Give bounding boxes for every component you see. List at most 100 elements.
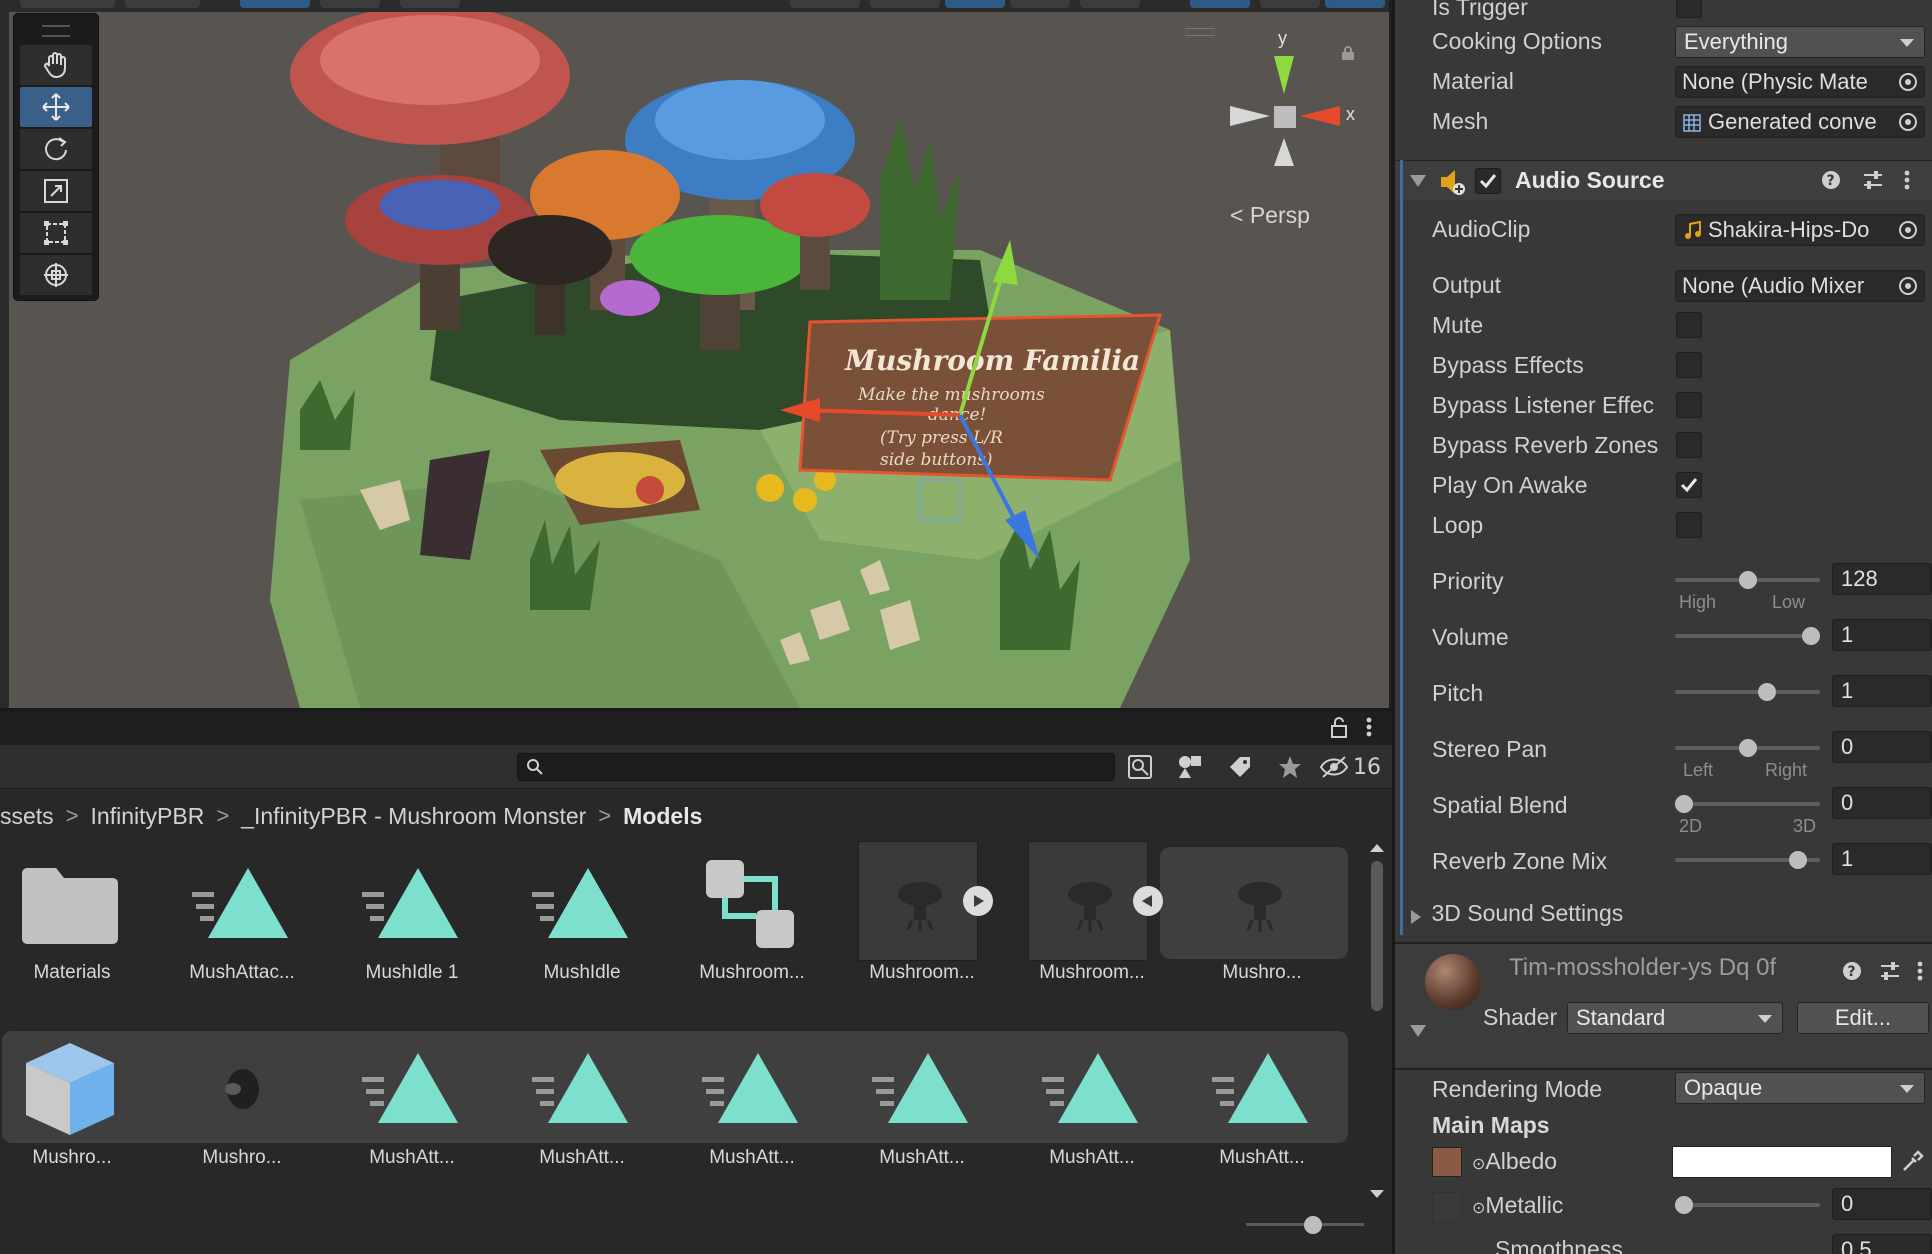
asset-item[interactable]: MushAtt... <box>340 1026 500 1176</box>
volume-slider[interactable] <box>1675 621 1820 651</box>
overlay-grip[interactable] <box>42 25 70 37</box>
hand-tool-button[interactable] <box>20 45 92 85</box>
reverb-zone-mix-slider-knob[interactable] <box>1789 851 1807 869</box>
shader-dropdown[interactable]: Standard <box>1567 1002 1783 1034</box>
object-picker-icon[interactable] <box>1898 72 1918 92</box>
asset-item[interactable]: MushAttac... <box>170 841 330 991</box>
foldout-arrow-icon[interactable] <box>1409 1024 1427 1038</box>
object-picker-icon[interactable] <box>1898 112 1918 132</box>
object-picker-icon[interactable] <box>1898 276 1918 296</box>
more-options-icon[interactable] <box>1366 716 1372 738</box>
smoothness-input[interactable]: 0.5 <box>1832 1234 1932 1254</box>
asset-item[interactable]: Mushro... <box>170 1026 330 1176</box>
scale-tool-button[interactable] <box>20 171 92 211</box>
favorites-button[interactable] <box>1265 749 1315 785</box>
rotate-tool-button[interactable] <box>20 129 92 169</box>
search-by-type-button[interactable] <box>1115 749 1165 785</box>
volume-slider-knob[interactable] <box>1802 627 1820 645</box>
project-search-field[interactable] <box>517 753 1115 781</box>
projection-toggle[interactable]: < Persp <box>1230 202 1310 229</box>
stereo-pan-slider[interactable] <box>1675 733 1820 763</box>
gizmo-lock-icon[interactable] <box>1340 46 1356 60</box>
3d-sound-settings-foldout[interactable]: 3D Sound Settings <box>1409 900 1623 927</box>
component-menu-icon[interactable] <box>1917 960 1923 982</box>
metallic-slider[interactable] <box>1675 1190 1820 1220</box>
reverb-zone-mix-slider[interactable] <box>1675 845 1820 875</box>
breadcrumb-assets[interactable]: ssets <box>0 803 54 830</box>
priority-slider-knob[interactable] <box>1739 571 1757 589</box>
asset-item[interactable]: MushAtt... <box>850 1026 1010 1176</box>
asset-item[interactable]: MushAtt... <box>1020 1026 1180 1176</box>
audioclip-field[interactable]: Shakira-Hips-Do <box>1675 214 1925 246</box>
eyedropper-icon[interactable] <box>1900 1150 1924 1174</box>
physic-material-field[interactable]: None (Physic Mate <box>1675 66 1925 98</box>
icon-size-slider-knob[interactable] <box>1304 1216 1322 1234</box>
asset-item[interactable]: Mushroom... <box>680 841 840 991</box>
gizmo-neg-y-axis[interactable] <box>1274 138 1294 166</box>
priority-slider[interactable] <box>1675 565 1820 595</box>
stereo-pan-slider-knob[interactable] <box>1739 739 1757 757</box>
metallic-input[interactable]: 0 <box>1832 1188 1932 1220</box>
scroll-down-icon[interactable] <box>1366 1187 1388 1201</box>
spatial-blend-slider[interactable] <box>1675 789 1820 819</box>
component-menu-icon[interactable] <box>1904 169 1910 191</box>
icon-size-slider[interactable] <box>1246 1213 1364 1237</box>
asset-item[interactable]: Materials <box>0 841 160 991</box>
asset-item[interactable]: Mushro... <box>0 1026 160 1176</box>
lock-icon[interactable] <box>1330 716 1348 738</box>
spatial-blend-slider-knob[interactable] <box>1675 795 1693 813</box>
presets-icon[interactable] <box>1879 960 1901 982</box>
asset-item[interactable]: MushAtt... <box>680 1026 840 1176</box>
project-panel[interactable]: 16 ssets > InfinityPBR > _InfinityPBR - … <box>0 711 1392 1254</box>
asset-item[interactable]: MushAtt... <box>1190 1026 1350 1176</box>
scene-tools-overlay[interactable] <box>13 13 99 301</box>
move-tool-button[interactable] <box>20 87 92 127</box>
asset-item[interactable]: MushIdle 1 <box>340 841 500 991</box>
asset-item[interactable]: Mushroom... <box>1020 841 1180 991</box>
mushroom-purple[interactable] <box>600 280 660 316</box>
cooking-options-dropdown[interactable]: Everything <box>1675 26 1925 58</box>
rendering-mode-dropdown[interactable]: Opaque <box>1675 1072 1925 1104</box>
breadcrumb-infinitypbr[interactable]: InfinityPBR <box>91 803 205 830</box>
pitch-slider-knob[interactable] <box>1758 683 1776 701</box>
object-picker-icon[interactable] <box>1898 220 1918 240</box>
pitch-slider[interactable] <box>1675 677 1820 707</box>
stereo-pan-input[interactable]: 0 <box>1832 731 1932 763</box>
output-field[interactable]: None (Audio Mixer <box>1675 270 1925 302</box>
asset-item[interactable]: Mushroom... <box>850 841 1010 991</box>
is-trigger-checkbox[interactable] <box>1676 0 1702 18</box>
search-input[interactable] <box>548 756 1098 778</box>
hidden-packages-toggle[interactable]: 16 <box>1315 749 1385 785</box>
scene-view[interactable]: Mushroom Familia Make the mushrooms danc… <box>0 0 1392 708</box>
loop-checkbox[interactable] <box>1676 512 1702 538</box>
volume-input[interactable]: 1 <box>1832 619 1932 651</box>
breadcrumb-models[interactable]: Models <box>623 803 702 830</box>
filter-by-type-button[interactable] <box>1165 749 1215 785</box>
gizmo-y-axis[interactable] <box>1274 56 1294 94</box>
metallic-slider-knob[interactable] <box>1675 1196 1693 1214</box>
presets-icon[interactable] <box>1862 169 1884 191</box>
audio-source-enabled-checkbox[interactable] <box>1475 168 1501 194</box>
asset-item[interactable]: MushAtt... <box>510 1026 670 1176</box>
albedo-texture-slot[interactable] <box>1432 1147 1462 1177</box>
metallic-texture-slot[interactable] <box>1432 1192 1462 1222</box>
mute-checkbox[interactable] <box>1676 312 1702 338</box>
gizmo-x-axis[interactable] <box>1300 106 1340 126</box>
gizmo-neg-x-axis[interactable] <box>1230 106 1270 126</box>
edit-shader-button[interactable]: Edit... <box>1797 1002 1929 1034</box>
rect-tool-button[interactable] <box>20 213 92 253</box>
reverb-zone-mix-input[interactable]: 1 <box>1832 843 1932 875</box>
asset-item[interactable]: MushIdle <box>510 841 670 991</box>
material-header[interactable]: Tim-mossholder-ys Dq 0f ? Shader Standar… <box>1395 944 1932 1068</box>
pitch-input[interactable]: 1 <box>1832 675 1932 707</box>
mesh-field[interactable]: Generated conve <box>1675 106 1925 138</box>
help-icon[interactable]: ? <box>1841 960 1863 982</box>
play-on-awake-checkbox[interactable] <box>1676 472 1702 498</box>
scroll-up-icon[interactable] <box>1366 841 1388 855</box>
help-icon[interactable]: ? <box>1820 169 1842 191</box>
bypass-effects-checkbox[interactable] <box>1676 352 1702 378</box>
asset-grid-scrollbar[interactable] <box>1366 841 1388 1221</box>
albedo-color-field[interactable] <box>1672 1146 1892 1178</box>
collapse-button[interactable] <box>1133 886 1163 916</box>
scene-overlay-handle[interactable] <box>1185 28 1215 36</box>
